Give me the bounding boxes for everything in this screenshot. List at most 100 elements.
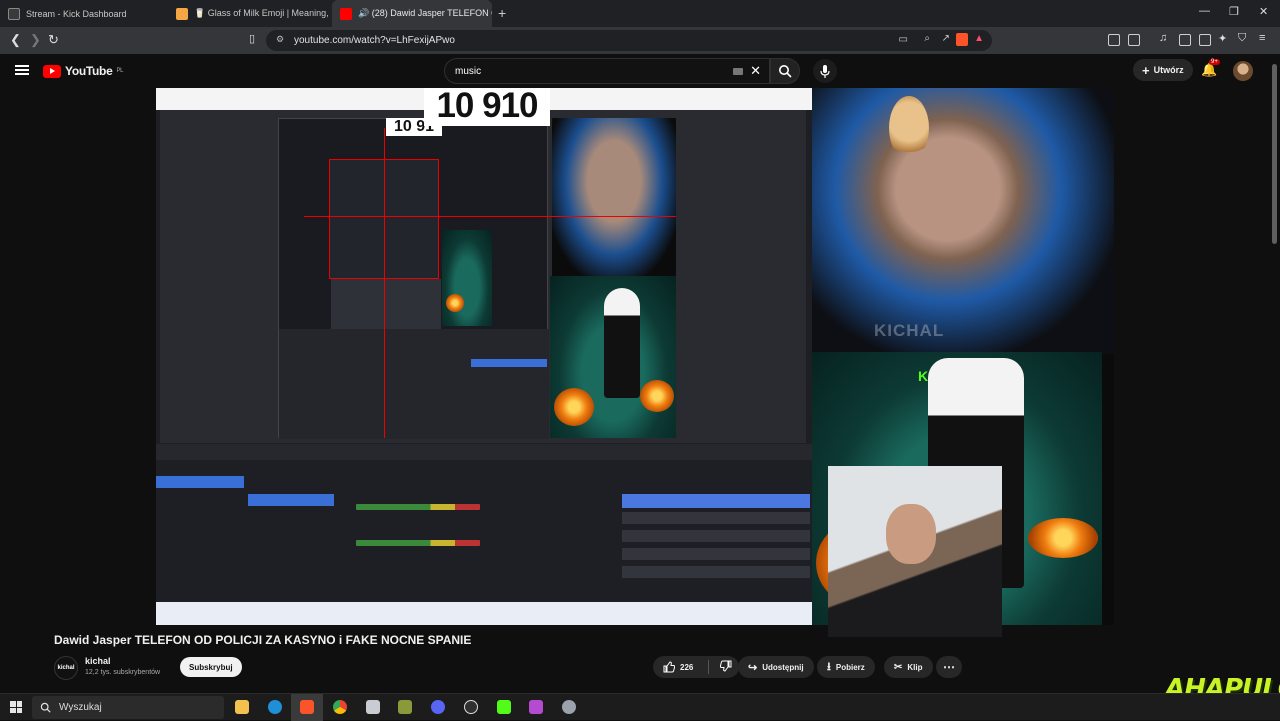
webcam-face-large [812, 88, 1114, 354]
brave-rewards-icon[interactable]: ▲ [974, 33, 984, 44]
forest-thumbnail-small [442, 230, 492, 326]
obs-source-selected [248, 494, 334, 506]
like-dislike-group: 226 [653, 656, 739, 678]
vpn-icon[interactable]: ⛉ [1238, 32, 1246, 45]
new-tab-button[interactable]: + [498, 5, 506, 21]
pumpkin-tiny [446, 294, 464, 312]
address-bar[interactable]: ⚙ youtube.com/watch?v=LhFexijAPwo ▭ ⌕ ↗ … [266, 30, 992, 51]
browser-menu-icon[interactable]: ≡ [1259, 32, 1265, 44]
browser-tab-bar: Stream - Kick Dashboard 🥛 Glass of Milk … [0, 0, 1280, 27]
download-icon: ⭳ [827, 660, 831, 673]
site-info-icon[interactable]: ⚙ [276, 34, 284, 45]
taskbar-search[interactable]: Wyszukaj [32, 696, 224, 719]
share-page-icon[interactable]: ↗ [942, 33, 950, 44]
pumpkin-right [640, 380, 674, 412]
app-icon-5[interactable] [366, 700, 380, 714]
bookmark-icon[interactable]: ▯ [249, 32, 255, 45]
channel-avatar[interactable]: kichal [54, 656, 78, 680]
edge-icon[interactable] [268, 700, 282, 714]
dislike-button[interactable] [720, 660, 732, 674]
tab-youtube-video[interactable]: 🔊 (28) Dawid Jasper TELEFON O ✕ [332, 0, 492, 27]
keyboard-icon[interactable] [733, 68, 743, 75]
close-window-icon[interactable]: ✕ [1259, 5, 1268, 18]
sidebar-icon[interactable] [1179, 34, 1191, 46]
create-button[interactable]: + Utwórz [1133, 59, 1193, 81]
voice-search-button[interactable] [813, 59, 837, 83]
clip-button[interactable]: ✂ Klip [884, 656, 933, 678]
share-button[interactable]: ↪ Udostępnij [738, 656, 814, 678]
subscribe-button[interactable]: Subskrybuj [180, 657, 242, 677]
tab-title: Stream - Kick Dashboard [26, 8, 127, 19]
more-actions-button[interactable]: ⋯ [936, 656, 962, 678]
search-button[interactable] [770, 58, 800, 84]
url-text: youtube.com/watch?v=LhFexijAPwo [294, 35, 455, 46]
obs-scene-selected [156, 476, 244, 488]
restore-window-icon[interactable]: ❐ [1229, 5, 1239, 18]
download-button[interactable]: ⭳ Pobierz [817, 656, 875, 678]
follower-counter: 10 910 [424, 88, 550, 126]
share-icon: ↪ [748, 661, 758, 674]
obs-settings-button [622, 566, 810, 578]
youtube-logo-text: YouTube [65, 64, 113, 78]
plus-icon: + [1142, 62, 1150, 78]
clear-search-icon[interactable]: ✕ [750, 63, 761, 79]
back-icon[interactable]: ❮ [10, 32, 21, 48]
youtube-logo[interactable]: YouTube PL [43, 64, 123, 78]
hamster-sticker [889, 96, 929, 160]
thumbs-up-icon [663, 661, 675, 673]
tab-glass-of-milk[interactable]: 🥛 Glass of Milk Emoji | Meaning, Co [168, 0, 330, 27]
region-code: PL [116, 68, 124, 74]
forward-icon[interactable]: ❯ [30, 32, 41, 48]
youtube-play-icon [43, 64, 61, 78]
minimize-window-icon[interactable]: — [1199, 5, 1210, 17]
windows-start-icon[interactable] [10, 701, 22, 713]
file-explorer-icon[interactable] [235, 700, 249, 714]
thumbs-down-icon [720, 660, 732, 672]
clip-label: Klip [907, 662, 923, 672]
brave-icon[interactable] [300, 700, 314, 714]
search-input[interactable]: music ✕ [444, 58, 770, 84]
extensions-icon[interactable] [1108, 34, 1120, 46]
obs-studio-mode-button [622, 548, 810, 560]
app-icon-11[interactable] [562, 700, 576, 714]
cast-icon[interactable]: ▭ [899, 34, 908, 45]
youtube-header: YouTube PL music ✕ + Utwórz 🔔 9+ [0, 54, 1280, 88]
vampire-figure-small [604, 288, 640, 398]
media-controls-icon[interactable]: ♫ [1159, 32, 1167, 44]
pumpkin-left [554, 388, 594, 426]
video-frame-obs-screen: 10 91 10 910 [156, 88, 812, 625]
brave-shields-icon[interactable] [956, 33, 968, 46]
discord-icon[interactable] [431, 700, 445, 714]
page-scrollbar[interactable] [1272, 64, 1277, 244]
reload-icon[interactable]: ↻ [48, 32, 59, 48]
obs-icon[interactable] [464, 700, 478, 714]
tab-kick-dashboard[interactable]: Stream - Kick Dashboard [0, 0, 168, 27]
nested-start-button [471, 359, 547, 367]
scissors-icon: ✂ [894, 661, 903, 673]
wallet-icon[interactable] [1199, 34, 1211, 46]
user-avatar[interactable] [1233, 61, 1253, 81]
obs-scene-toolbar [156, 444, 812, 460]
kick-app-icon[interactable] [497, 700, 511, 714]
channel-name[interactable]: kichal [85, 656, 111, 666]
guide-line-horizontal [304, 216, 676, 217]
hamburger-menu-icon[interactable] [15, 65, 29, 75]
app-icon-10[interactable] [529, 700, 543, 714]
pumpkin-large-right [1028, 518, 1098, 558]
like-button[interactable]: 226 [663, 661, 693, 673]
kick-favicon-icon [8, 7, 20, 20]
browser-toolbar: ❮ ❯ ↻ ▯ ⚙ youtube.com/watch?v=LhFexijAPw… [0, 27, 1280, 54]
app-icon-6[interactable] [398, 700, 412, 714]
audio-meter-1 [356, 504, 480, 510]
audio-meter-2 [356, 540, 480, 546]
emojipedia-favicon-icon [176, 7, 188, 20]
tab-capture-icon[interactable] [1128, 34, 1140, 46]
obs-record-button [622, 512, 810, 524]
leo-ai-icon[interactable]: ✦ [1218, 32, 1227, 45]
create-label: Utwórz [1153, 65, 1184, 75]
zoom-icon[interactable]: ⌕ [924, 33, 930, 44]
chrome-icon[interactable] [333, 700, 347, 714]
channel-watermark: KICHAL [874, 321, 945, 340]
taskbar-search-placeholder: Wyszukaj [59, 702, 102, 713]
video-title: Dawid Jasper TELEFON OD POLICJI ZA KASYN… [54, 633, 472, 647]
